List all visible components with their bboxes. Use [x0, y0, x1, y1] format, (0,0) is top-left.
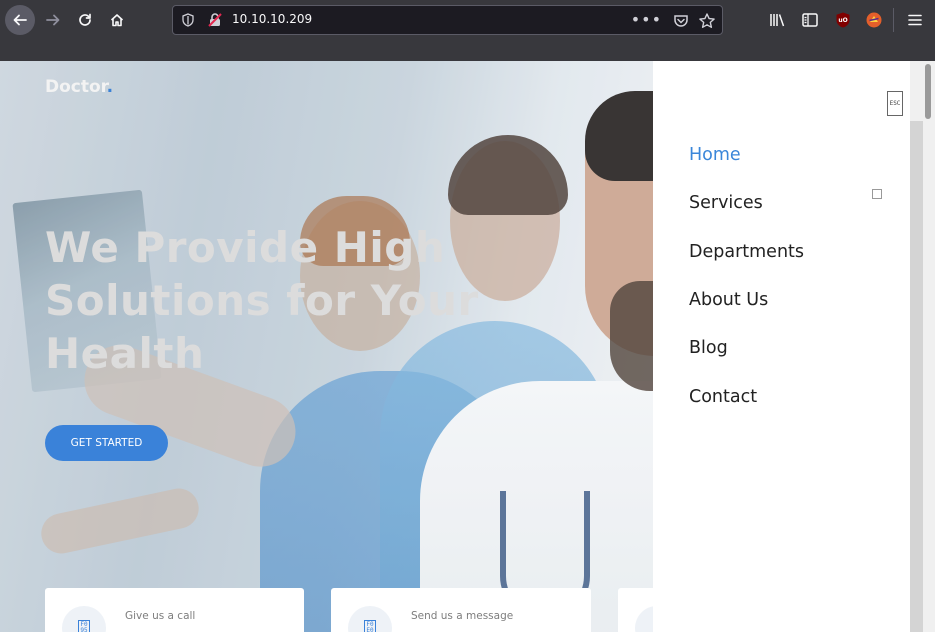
- home-icon: [110, 14, 124, 27]
- get-started-button[interactable]: GET STARTED: [45, 425, 168, 461]
- svg-text:uO: uO: [838, 17, 847, 24]
- info-card-call[interactable]: F0 95 Give us a call: [45, 588, 304, 632]
- info-card-message[interactable]: F0 E0 Send us a message: [331, 588, 591, 632]
- nav-item-services[interactable]: Services: [689, 179, 804, 227]
- arrow-left-icon: [13, 14, 27, 26]
- hero-title-line: We Provide High: [45, 223, 446, 272]
- home-button[interactable]: [102, 5, 132, 35]
- offcanvas-menu: ESC Home Services Departments About Us B…: [653, 61, 910, 632]
- page-scrollbar-thumb[interactable]: [925, 64, 931, 119]
- mail-icon: F0 E0: [348, 606, 392, 632]
- logo-text: Doctor: [45, 77, 107, 97]
- url-text[interactable]: 10.10.10.209: [232, 12, 312, 26]
- info-card-label: Give us a call: [125, 610, 196, 622]
- nav-item-about-us[interactable]: About Us: [689, 276, 804, 324]
- logo-dot: .: [106, 77, 114, 97]
- close-menu-button[interactable]: ESC: [887, 91, 903, 116]
- hamburger-menu-icon[interactable]: [906, 11, 924, 29]
- sidebar-toggle-icon[interactable]: [801, 11, 819, 29]
- hero-section: Doctor. We Provide High Solutions for Yo…: [0, 61, 653, 632]
- info-card-label: Send us a message: [411, 610, 514, 622]
- extension-icon[interactable]: [865, 11, 883, 29]
- bookmark-star-icon[interactable]: [698, 12, 716, 30]
- phone-icon: F0 95: [62, 606, 106, 632]
- library-icon[interactable]: [768, 11, 786, 29]
- nav-item-contact[interactable]: Contact: [689, 372, 804, 420]
- nav-item-departments[interactable]: Departments: [689, 228, 804, 276]
- hero-title-line: Solutions for Your: [45, 276, 479, 325]
- info-card-location[interactable]: [618, 588, 653, 632]
- menu-scrollbar[interactable]: [910, 121, 923, 632]
- location-icon: [635, 606, 653, 632]
- forward-button[interactable]: [38, 5, 68, 35]
- hero-title: We Provide High Solutions for Your Healt…: [45, 221, 515, 380]
- web-page: Doctor. We Provide High Solutions for Yo…: [0, 61, 935, 632]
- insecure-lock-icon[interactable]: [207, 12, 223, 28]
- submenu-toggle-icon[interactable]: [872, 189, 882, 199]
- reload-icon: [79, 13, 91, 26]
- pocket-icon[interactable]: [673, 13, 689, 29]
- browser-toolbar: 10.10.10.209 ••• uO: [0, 0, 935, 40]
- site-logo[interactable]: Doctor.: [45, 77, 113, 97]
- address-bar[interactable]: 10.10.10.209 •••: [172, 5, 723, 35]
- nav-item-home[interactable]: Home: [689, 131, 804, 179]
- back-button[interactable]: [5, 5, 35, 35]
- page-actions-icon[interactable]: •••: [631, 10, 662, 29]
- toolbar-separator: [893, 8, 894, 32]
- nav-menu: Home Services Departments About Us Blog …: [689, 131, 804, 421]
- reload-button[interactable]: [70, 5, 100, 35]
- ublock-origin-icon[interactable]: uO: [834, 11, 852, 29]
- arrow-right-icon: [46, 14, 60, 26]
- nav-item-blog[interactable]: Blog: [689, 324, 804, 372]
- shield-icon[interactable]: [181, 13, 195, 27]
- browser-chrome: 10.10.10.209 ••• uO: [0, 0, 935, 61]
- hero-title-line: Health: [45, 329, 205, 378]
